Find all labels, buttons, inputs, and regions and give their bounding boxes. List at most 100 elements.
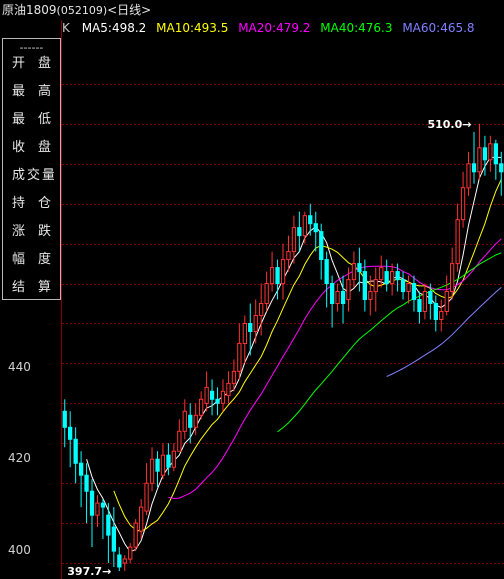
candle-up	[477, 147, 482, 173]
chart-annotations: 510.0→ 397.7→	[67, 118, 471, 578]
candle-up	[171, 450, 176, 468]
candle-down	[417, 299, 422, 312]
ma-legend: K MA5:498.2 MA10:493.5 MA20:479.2 MA40:4…	[62, 20, 481, 36]
candle-up	[231, 370, 237, 384]
candle-down	[84, 474, 89, 492]
candle-up	[302, 215, 307, 237]
candle-up	[379, 267, 384, 281]
kline-chart[interactable]: 510.0→ 397.7→	[62, 36, 504, 579]
ma10-legend: MA10:493.5	[156, 21, 229, 35]
candle-up	[390, 271, 395, 285]
candle-up	[122, 558, 127, 564]
candle-up	[144, 482, 149, 512]
instrument-code: (052109)	[56, 4, 108, 17]
candle-up	[335, 291, 340, 304]
candle-down	[433, 303, 439, 320]
candle-up	[351, 263, 357, 281]
info-high: 最高	[12, 84, 51, 98]
candle-down	[73, 438, 78, 464]
candle-down	[395, 271, 400, 281]
candle-up	[373, 279, 378, 293]
candle-down	[411, 283, 417, 300]
candle-up	[128, 546, 133, 560]
info-close: 收盘	[12, 140, 51, 154]
candle-up	[193, 414, 198, 428]
candle-down	[248, 323, 253, 332]
ma60-legend: MA60:465.8	[402, 21, 475, 35]
candle-down	[330, 283, 335, 304]
candle-down	[89, 490, 95, 516]
candle-down	[493, 143, 499, 165]
candle-up	[199, 398, 204, 416]
info-change: 涨跌	[12, 224, 51, 238]
y-label-420: 420	[8, 451, 31, 465]
candle-down	[68, 426, 73, 440]
candle-up	[466, 163, 471, 189]
title-bar: 原油1809(052109)<日线>	[0, 0, 504, 20]
candle-up	[422, 291, 428, 312]
info-open: 开盘	[12, 56, 51, 70]
candle-up	[368, 291, 373, 300]
info-amplitude: 幅度	[12, 252, 51, 266]
y-label-440: 440	[8, 360, 31, 374]
candle-down	[188, 414, 193, 428]
candle-up	[439, 311, 444, 320]
low-price-marker: 397.7→	[67, 565, 111, 578]
candle-up	[139, 506, 144, 532]
candle-down	[100, 502, 106, 508]
candle-down	[319, 231, 324, 261]
ma5-legend: MA5:498.2	[81, 21, 147, 35]
period-selector[interactable]: <日线>	[107, 0, 151, 20]
high-price-marker: 510.0→	[427, 118, 471, 131]
candle-up	[460, 187, 466, 221]
candle-down	[308, 215, 313, 225]
y-label-400: 400	[8, 543, 31, 557]
candle-down	[79, 462, 84, 476]
candle-up	[455, 219, 460, 265]
candle-up	[444, 291, 449, 312]
candle-up	[259, 303, 264, 316]
ma40-legend: MA40:476.3	[320, 21, 393, 35]
candle-up	[133, 522, 138, 548]
info-open-interest: 持仓	[12, 196, 51, 210]
candle-up	[269, 267, 275, 285]
ma10-line	[113, 179, 502, 533]
candle-up	[226, 382, 231, 396]
candle-up	[177, 430, 182, 452]
candle-down	[428, 291, 433, 304]
candle-up	[280, 259, 286, 285]
candle-down	[111, 526, 117, 552]
candle-up	[149, 458, 155, 484]
candle-up	[237, 342, 242, 372]
candle-down	[340, 291, 346, 304]
candle-down	[117, 554, 122, 568]
candle-down	[384, 271, 389, 285]
candle-down	[362, 271, 368, 301]
candle-down	[482, 147, 488, 161]
candle-down	[215, 398, 220, 404]
candle-down	[471, 163, 477, 173]
candle-down	[275, 267, 280, 285]
candle-down	[155, 458, 160, 472]
candle-down	[106, 514, 111, 536]
candle-up	[286, 251, 291, 261]
candle-down	[324, 259, 329, 285]
candle-up	[406, 283, 411, 292]
candle-up	[264, 283, 269, 304]
candle-up	[253, 315, 258, 332]
kline-label: K	[62, 21, 70, 35]
info-volume: 成交量	[12, 168, 54, 182]
chart-grid	[62, 84, 504, 564]
ma40-line	[277, 252, 502, 433]
candle-up	[346, 279, 351, 301]
candle-up	[242, 323, 247, 344]
candle-down	[166, 454, 171, 468]
ma20-legend: MA20:479.2	[238, 21, 311, 35]
quote-info-panel: ------ 开盘 最高 最低 收盘 成交量 持仓 涨跌 幅度 结算	[2, 38, 61, 300]
candle-up	[291, 227, 297, 253]
candle-down	[62, 410, 67, 428]
info-settlement: 结算	[12, 280, 51, 294]
candle-down	[400, 279, 406, 293]
candle-up	[488, 143, 493, 161]
candle-down	[297, 227, 302, 237]
